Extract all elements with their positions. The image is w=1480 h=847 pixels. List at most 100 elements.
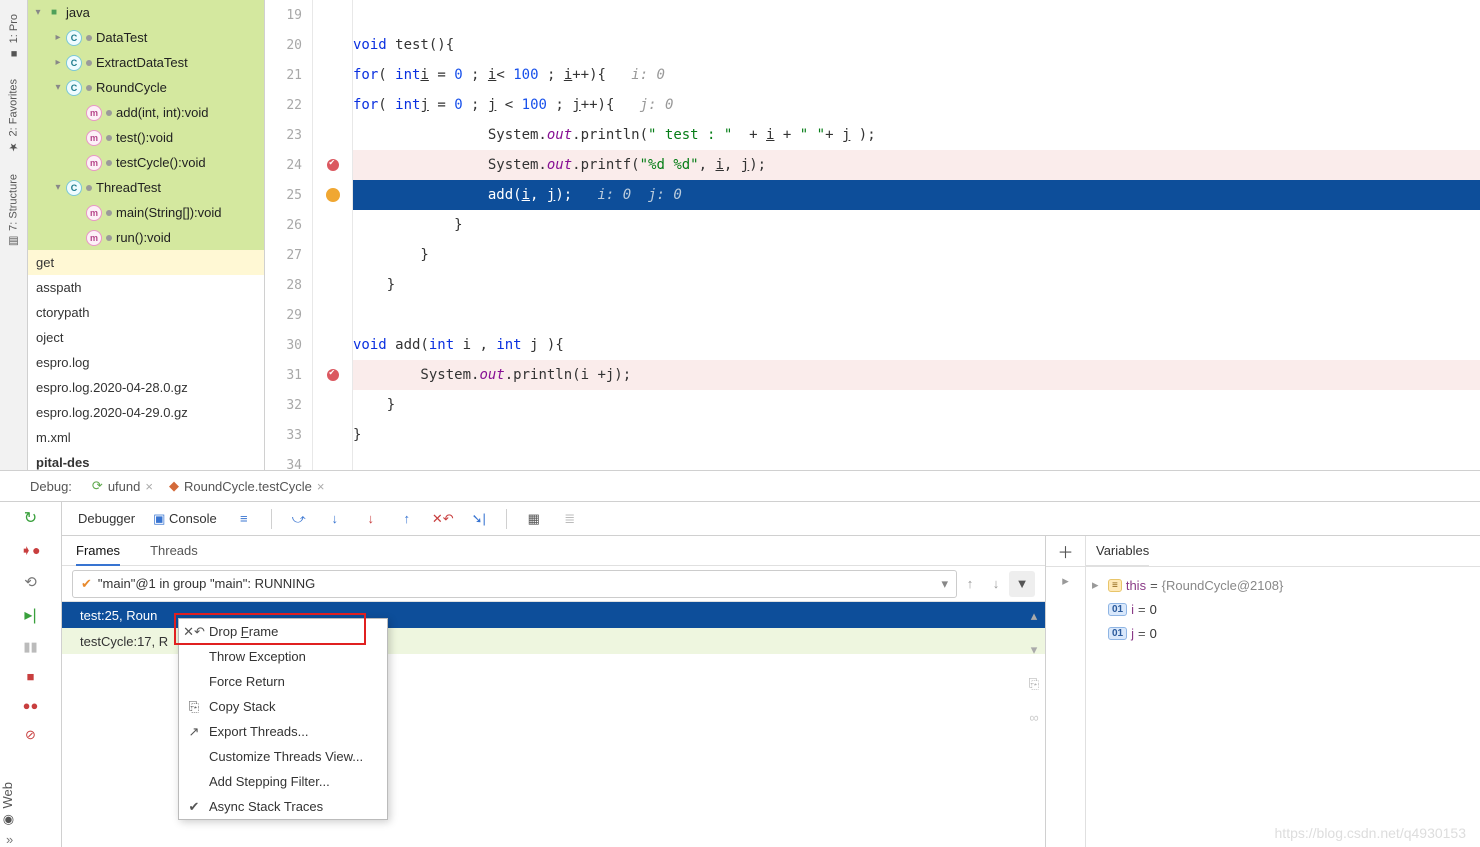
collapse-icon[interactable]: » [6, 832, 13, 847]
tree-file-item[interactable]: ctorypath [28, 300, 264, 325]
gutter-icons[interactable] [313, 0, 353, 470]
tree-file-item[interactable]: espro.log.2020-04-29.0.gz [28, 400, 264, 425]
thread-selector[interactable]: ✔ "main"@1 in group "main": RUNNING ▾ [72, 570, 957, 598]
add-watch-icon[interactable]: ＋ [1057, 539, 1073, 563]
expand-arrow-icon[interactable]: ▾ [32, 7, 44, 19]
trace-current-icon[interactable]: ≣ [561, 510, 579, 528]
code-line[interactable]: for( int j = 0 ; j < 100 ; j++){ j: 0 [353, 90, 1480, 120]
next-frame-icon[interactable]: ↓ [983, 571, 1009, 597]
code-line[interactable]: } [353, 270, 1480, 300]
pause-icon[interactable]: ▮▮ [23, 639, 37, 655]
menu-item[interactable]: ✔Async Stack Traces [179, 794, 387, 819]
code-line[interactable]: for( int i = 0 ; i< 100 ; i++){ i: 0 [353, 60, 1480, 90]
intention-bulb-icon[interactable] [326, 188, 340, 202]
code-line[interactable]: } [353, 240, 1480, 270]
expand-icon[interactable]: ▸ [1062, 573, 1069, 589]
code-line[interactable]: System.out.println(" test : " + i + " "+… [353, 120, 1480, 150]
layout-icon[interactable]: ≡ [235, 510, 253, 528]
scroll-down-icon[interactable]: ▾ [1031, 642, 1038, 658]
step-out-icon[interactable]: ↑ [398, 510, 416, 528]
tree-node[interactable]: ▸CExtractDataTest [28, 50, 264, 75]
close-icon[interactable]: × [145, 479, 153, 494]
code-line[interactable] [353, 300, 1480, 330]
toggle-breakpoint-icon[interactable]: ➧● [20, 542, 40, 559]
refresh-icon[interactable]: ⟲ [24, 573, 37, 591]
variables-list[interactable]: ▸≡ this = {RoundCycle@2108}01 i = 001 j … [1086, 567, 1480, 847]
copy-icon[interactable]: ⎘ [1029, 676, 1039, 692]
frame-context-menu[interactable]: ✕↶Drop FrameThrow ExceptionForce Return⎘… [178, 618, 388, 820]
variable-row[interactable]: 01 j = 0 [1092, 621, 1480, 645]
tree-file-item[interactable]: get [28, 250, 264, 275]
tree-node[interactable]: mrun():void [28, 225, 264, 250]
code-line[interactable]: void add(int i , int j ){ [353, 330, 1480, 360]
tab-web[interactable]: ◉ Web [0, 772, 28, 838]
menu-item[interactable]: ↗Export Threads... [179, 719, 387, 744]
code-line[interactable]: } [353, 210, 1480, 240]
tree-node[interactable]: ▾CRoundCycle [28, 75, 264, 100]
code-line[interactable]: void test(){ [353, 30, 1480, 60]
view-breakpoints-icon[interactable]: ●● [23, 698, 39, 713]
resume-icon[interactable]: ▸| [24, 605, 36, 625]
debug-tab-roundcycle[interactable]: ◆ RoundCycle.testCycle× [161, 478, 332, 494]
tree-file-item[interactable]: m.xml [28, 425, 264, 450]
code-line[interactable]: System.out.printf("%d %d", i, j); [353, 150, 1480, 180]
link-icon[interactable]: ∞ [1029, 710, 1038, 725]
step-over-icon[interactable]: ⤻ [290, 510, 308, 528]
tree-node[interactable]: mmain(String[]):void [28, 200, 264, 225]
code-line[interactable]: } [353, 420, 1480, 450]
step-into-icon[interactable]: ↓ [326, 510, 344, 528]
variable-row[interactable]: 01 i = 0 [1092, 597, 1480, 621]
rerun-icon[interactable]: ↻ [24, 508, 37, 528]
close-icon[interactable]: × [317, 479, 325, 494]
breakpoint-icon[interactable] [327, 369, 339, 381]
code-content[interactable]: void test(){ for( int i = 0 ; i< 100 ; i… [353, 0, 1480, 470]
tree-node[interactable]: madd(int, int):void [28, 100, 264, 125]
expand-arrow-icon[interactable]: ▸ [52, 32, 64, 44]
debugger-tab[interactable]: Debugger [78, 511, 135, 526]
tree-node[interactable]: ▸CDataTest [28, 25, 264, 50]
menu-item[interactable]: Force Return [179, 669, 387, 694]
force-step-into-icon[interactable]: ↓ [362, 510, 380, 528]
tree-file-item[interactable]: oject [28, 325, 264, 350]
frames-tab[interactable]: Frames [76, 543, 120, 566]
prev-frame-icon[interactable]: ↑ [957, 571, 983, 597]
menu-item[interactable]: Throw Exception [179, 644, 387, 669]
debug-label: Debug: [30, 479, 72, 494]
menu-item[interactable]: Add Stepping Filter... [179, 769, 387, 794]
code-editor[interactable]: 19202122232425262728293031323334 void te… [265, 0, 1480, 470]
code-line[interactable] [353, 0, 1480, 30]
tree-node[interactable]: mtestCycle():void [28, 150, 264, 175]
tree-file-item[interactable]: espro.log.2020-04-28.0.gz [28, 375, 264, 400]
filter-icon[interactable]: ▼ [1009, 571, 1035, 597]
tree-node[interactable]: ▾■java [28, 0, 264, 25]
evaluate-expression-icon[interactable]: ▦ [525, 510, 543, 528]
scroll-up-icon[interactable]: ▴ [1031, 608, 1038, 624]
variable-row[interactable]: ▸≡ this = {RoundCycle@2108} [1092, 573, 1480, 597]
tab-favorites[interactable]: ★ 2: Favorites [7, 69, 20, 163]
tab-structure[interactable]: ▤ 7: Structure [7, 164, 20, 258]
drop-frame-icon[interactable]: ✕↶ [434, 510, 452, 528]
menu-item[interactable]: ⎘Copy Stack [179, 694, 387, 719]
expand-arrow-icon[interactable]: ▸ [1092, 577, 1104, 593]
expand-arrow-icon[interactable]: ▾ [52, 182, 64, 194]
tab-project[interactable]: ■ 1: Pro [8, 4, 20, 69]
tree-file-item[interactable]: pital-des [28, 450, 264, 470]
code-line[interactable]: add(i, j); i: 0 j: 0 [353, 180, 1480, 210]
tree-node[interactable]: mtest():void [28, 125, 264, 150]
tree-file-item[interactable]: asspath [28, 275, 264, 300]
breakpoint-icon[interactable] [327, 159, 339, 171]
menu-item[interactable]: ✕↶Drop Frame [179, 619, 387, 644]
tree-file-item[interactable]: espro.log [28, 350, 264, 375]
expand-arrow-icon[interactable]: ▸ [52, 57, 64, 69]
threads-tab[interactable]: Threads [150, 543, 198, 558]
menu-item[interactable]: Customize Threads View... [179, 744, 387, 769]
code-line[interactable]: System.out.println(i +j); [353, 360, 1480, 390]
code-line[interactable]: } [353, 390, 1480, 420]
expand-arrow-icon[interactable]: ▾ [52, 82, 64, 94]
stop-icon[interactable]: ■ [27, 669, 35, 684]
console-tab[interactable]: ▣ Console [153, 511, 217, 527]
run-to-cursor-icon[interactable]: ➘| [470, 510, 488, 528]
debug-tab-ufund[interactable]: ⟳ ufund× [84, 478, 161, 494]
mute-breakpoints-icon[interactable]: ⊘ [25, 727, 36, 743]
tree-node[interactable]: ▾CThreadTest [28, 175, 264, 200]
